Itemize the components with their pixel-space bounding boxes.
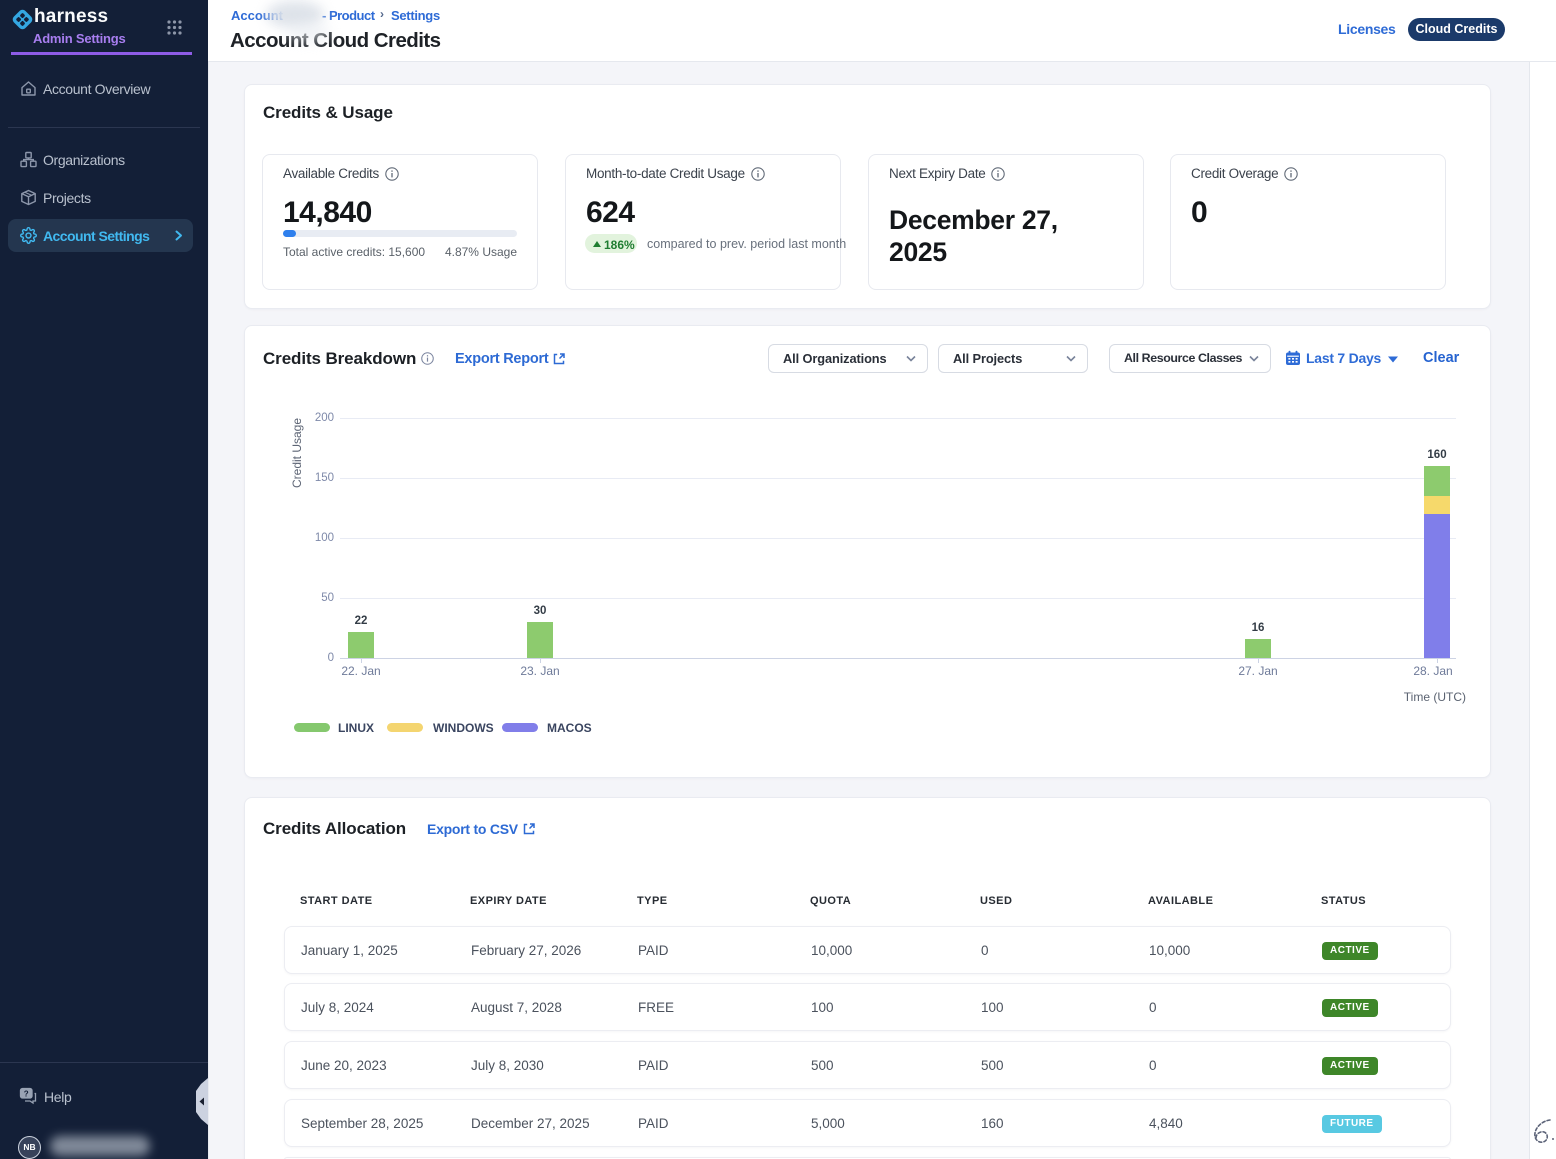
svg-text:?: ? bbox=[24, 1089, 29, 1098]
